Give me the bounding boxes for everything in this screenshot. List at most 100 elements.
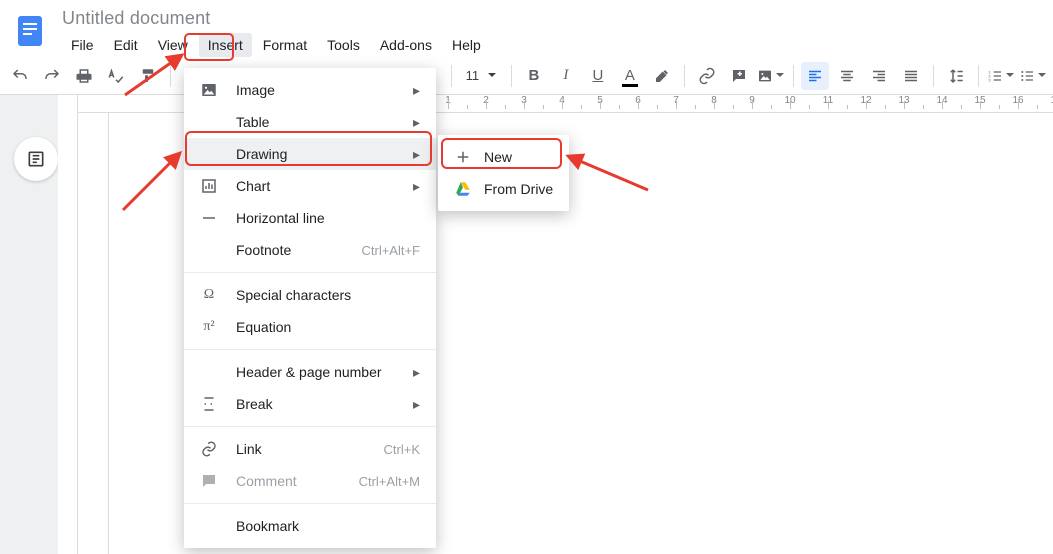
pi-icon: π²	[198, 316, 220, 338]
caret-icon	[487, 68, 497, 83]
table-icon	[198, 111, 220, 133]
insert-menu-popup: Image ▸ Table ▸ Drawing ▸ Chart ▸ Horizo…	[184, 68, 436, 548]
insert-chart-item[interactable]: Chart ▸	[184, 170, 436, 202]
insert-image-button[interactable]	[757, 62, 785, 90]
align-center-button[interactable]	[833, 62, 861, 90]
mid: From Drive	[484, 181, 555, 197]
menu-separator	[184, 349, 436, 350]
left-gutter	[0, 95, 58, 554]
footnote-icon	[198, 239, 220, 261]
break-icon	[198, 393, 220, 415]
highlight-color-button[interactable]	[648, 62, 676, 90]
toolbar: 100% 11 B I U A 123	[0, 57, 1053, 95]
plus-icon	[452, 146, 474, 168]
menu-format[interactable]: Format	[254, 33, 316, 57]
align-justify-button[interactable]	[897, 62, 925, 90]
menu-tools[interactable]: Tools	[318, 33, 369, 57]
insert-table-label: Table	[236, 114, 410, 130]
titlebar: Untitled document File Edit View Insert …	[0, 0, 1053, 57]
insert-image-label: Image	[236, 82, 410, 98]
caret-icon	[1037, 68, 1047, 83]
submenu-arrow-icon: ▸	[410, 396, 420, 413]
drawing-new-label: New	[484, 149, 555, 165]
insert-footnote-item[interactable]: Footnote Ctrl+Alt+F	[184, 234, 436, 266]
insert-break-item[interactable]: Break ▸	[184, 388, 436, 420]
caret-icon	[1005, 68, 1015, 83]
omega-icon: Ω	[198, 284, 220, 306]
docs-logo[interactable]	[10, 6, 50, 56]
footnote-shortcut: Ctrl+Alt+F	[361, 243, 420, 258]
font-size-select[interactable]: 11	[460, 64, 504, 88]
header-icon	[198, 361, 220, 383]
italic-button[interactable]: I	[552, 62, 580, 90]
submenu-arrow-icon: ▸	[410, 82, 420, 99]
comment-shortcut: Ctrl+Alt+M	[359, 474, 420, 489]
comment-add-icon	[198, 470, 220, 492]
link-shortcut: Ctrl+K	[384, 442, 420, 457]
bulleted-list-button[interactable]	[1019, 62, 1047, 90]
menu-view[interactable]: View	[149, 33, 197, 57]
submenu-arrow-icon: ▸	[410, 178, 420, 195]
chart-icon	[198, 175, 220, 197]
insert-equation-label: Equation	[236, 319, 420, 335]
insert-break-label: Break	[236, 396, 410, 412]
submenu-arrow-icon: ▸	[410, 364, 420, 381]
menu-separator	[184, 503, 436, 504]
menu-edit[interactable]: Edit	[105, 33, 147, 57]
insert-special-chars-label: Special characters	[236, 287, 420, 303]
line-spacing-button[interactable]	[942, 62, 970, 90]
drawing-new-item[interactable]: New	[438, 141, 569, 173]
menu-file[interactable]: File	[62, 33, 103, 57]
undo-button[interactable]	[6, 62, 34, 90]
print-button[interactable]	[70, 62, 98, 90]
drawing-icon	[198, 143, 220, 165]
numbered-list-button[interactable]: 123	[987, 62, 1015, 90]
insert-hr-item[interactable]: Horizontal line	[184, 202, 436, 234]
bold-button[interactable]: B	[520, 62, 548, 90]
text-color-button[interactable]: A	[616, 62, 644, 90]
drawing-from-drive-item[interactable]: From Drive	[438, 173, 569, 205]
insert-drawing-item[interactable]: Drawing ▸	[184, 138, 436, 170]
menu-separator	[184, 272, 436, 273]
insert-bookmark-label: Bookmark	[236, 518, 420, 534]
insert-comment-item[interactable]: Comment Ctrl+Alt+M	[184, 465, 436, 497]
align-left-button[interactable]	[801, 62, 829, 90]
redo-button[interactable]	[38, 62, 66, 90]
menu-addons[interactable]: Add-ons	[371, 33, 441, 57]
menu-insert[interactable]: Insert	[199, 33, 252, 57]
image-icon	[198, 79, 220, 101]
doc-title[interactable]: Untitled document	[60, 6, 490, 29]
insert-comment-button[interactable]	[725, 62, 753, 90]
insert-comment-label: Comment	[236, 473, 359, 489]
submenu-arrow-icon: ▸	[410, 114, 420, 131]
hr-icon	[198, 207, 220, 229]
insert-link-item[interactable]: Link Ctrl+K	[184, 433, 436, 465]
drive-icon	[452, 178, 474, 200]
svg-text:3: 3	[988, 77, 991, 82]
caret-icon	[775, 68, 785, 83]
spellcheck-button[interactable]	[102, 62, 130, 90]
menubar: File Edit View Insert Format Tools Add-o…	[60, 29, 490, 57]
insert-chart-label: Chart	[236, 178, 410, 194]
underline-button[interactable]: U	[584, 62, 612, 90]
document-outline-button[interactable]	[14, 137, 58, 181]
insert-special-chars-item[interactable]: Ω Special characters	[184, 279, 436, 311]
insert-image-item[interactable]: Image ▸	[184, 74, 436, 106]
align-right-button[interactable]	[865, 62, 893, 90]
insert-header-page-item[interactable]: Header & page number ▸	[184, 356, 436, 388]
insert-drawing-label: Drawing	[236, 146, 410, 162]
insert-equation-item[interactable]: π² Equation	[184, 311, 436, 343]
insert-hr-label: Horizontal line	[236, 210, 420, 226]
text-color-swatch	[622, 84, 638, 87]
insert-bookmark-item[interactable]: Bookmark	[184, 510, 436, 542]
paint-format-button[interactable]	[134, 62, 162, 90]
insert-table-item[interactable]: Table ▸	[184, 106, 436, 138]
insert-link-label: Link	[236, 441, 384, 457]
drawing-submenu: New From Drive	[438, 135, 569, 211]
insert-link-button[interactable]	[693, 62, 721, 90]
font-size-value: 11	[466, 68, 480, 83]
menu-help[interactable]: Help	[443, 33, 490, 57]
vertical-ruler[interactable]	[58, 95, 78, 554]
menu-separator	[184, 426, 436, 427]
insert-header-page-label: Header & page number	[236, 364, 410, 380]
